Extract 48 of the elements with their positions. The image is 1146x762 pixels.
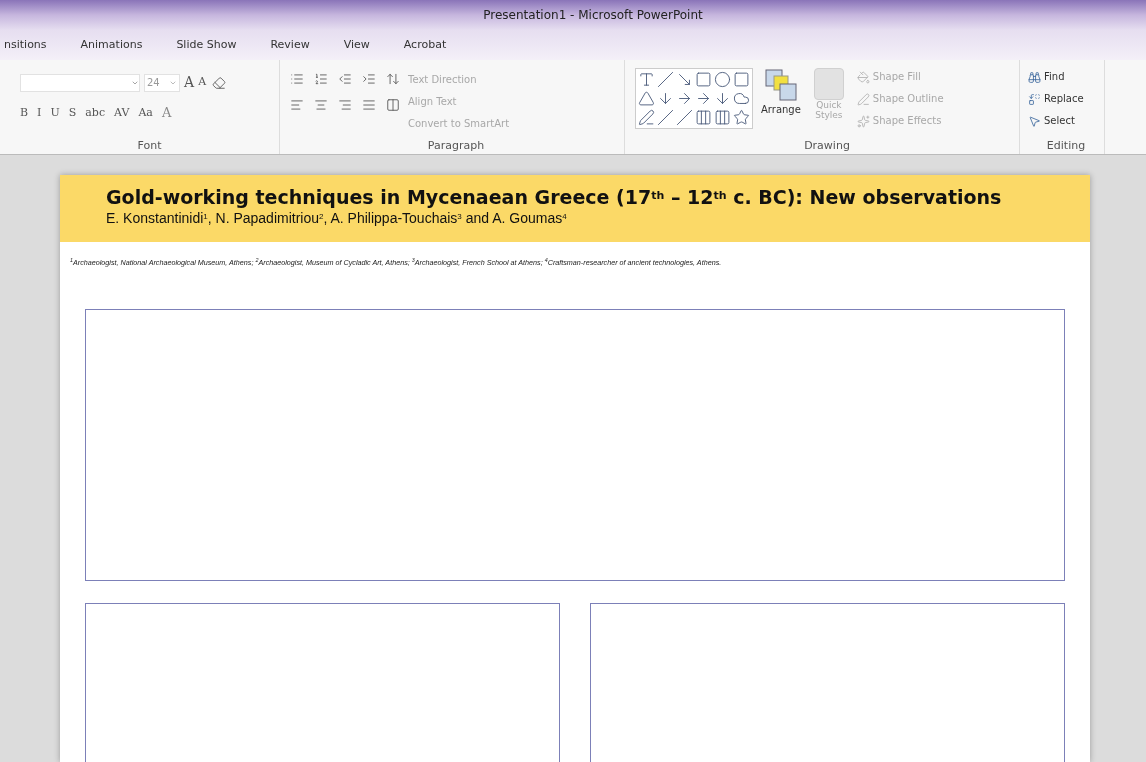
rectangle-icon[interactable] — [695, 71, 712, 88]
pen-icon — [856, 92, 870, 106]
triangle-icon[interactable] — [638, 90, 655, 107]
ribbon-tab[interactable]: View — [343, 36, 370, 54]
star-icon[interactable] — [733, 109, 750, 126]
format-button[interactable]: I — [37, 104, 42, 121]
arrange-icon — [763, 68, 798, 102]
editing-command[interactable]: Replace — [1028, 90, 1104, 108]
format-button[interactable]: abc — [85, 104, 106, 121]
sparkles-icon — [856, 114, 870, 128]
quick-styles-icon — [813, 68, 844, 100]
rounded-rectangle-icon[interactable] — [733, 71, 750, 88]
ribbon-tab[interactable]: Animations — [80, 36, 143, 54]
arrow-line-icon[interactable] — [676, 71, 693, 88]
group-label: Drawing — [804, 140, 850, 154]
ribbon-tab[interactable]: nsitions — [4, 36, 47, 54]
shape-gallery[interactable] — [635, 68, 753, 129]
cloud-icon[interactable] — [733, 90, 750, 107]
window-title: Presentation1 - Microsoft PowerPoint — [483, 7, 703, 24]
block-arrow-icon[interactable] — [695, 90, 712, 107]
format-button[interactable]: B — [20, 104, 29, 121]
shrink-font-button[interactable]: A — [198, 74, 207, 91]
font-name-field[interactable] — [20, 73, 140, 92]
editing-command[interactable]: Find — [1028, 68, 1104, 86]
format-button[interactable]: U — [50, 104, 60, 121]
text-box-icon[interactable] — [638, 71, 655, 88]
binoculars-icon — [1028, 70, 1041, 84]
group-label: Paragraph — [427, 140, 485, 154]
ribbon-tab[interactable]: Review — [270, 36, 310, 54]
arrange-button[interactable]: Arrange — [761, 102, 801, 117]
format-button[interactable]: AV — [114, 104, 130, 121]
group-label: Font — [137, 140, 162, 154]
authors: E. Konstantinidi$^{1}$, N. Papadimitriou$^{2}$, A. Philippa-Touchais$^{3}$ and A. Goumas$^{4}$ — [106, 209, 568, 227]
format-button[interactable]: S — [68, 104, 77, 121]
paint-bucket-icon — [856, 70, 870, 84]
grow-font-button[interactable]: A — [184, 72, 195, 93]
replace-icon — [1028, 92, 1041, 106]
format-button[interactable]: Aa — [138, 104, 153, 121]
slide-title: Gold-working techniques in Mycenaean Greece (17$^{th}$ – 12$^{th}$ c. BC): New observations — [106, 185, 1003, 209]
editing-command[interactable]: Select — [1028, 112, 1104, 130]
pointer-icon — [1028, 114, 1041, 128]
line-icon[interactable] — [657, 71, 674, 88]
group-label: Editing — [1046, 140, 1086, 154]
ribbon-tab[interactable]: Acrobat — [403, 36, 447, 54]
ribbon-tab[interactable]: Slide Show — [176, 36, 237, 54]
columns-icon[interactable] — [384, 96, 402, 114]
oval-icon[interactable] — [714, 71, 731, 88]
arrow-icon[interactable] — [676, 90, 693, 107]
